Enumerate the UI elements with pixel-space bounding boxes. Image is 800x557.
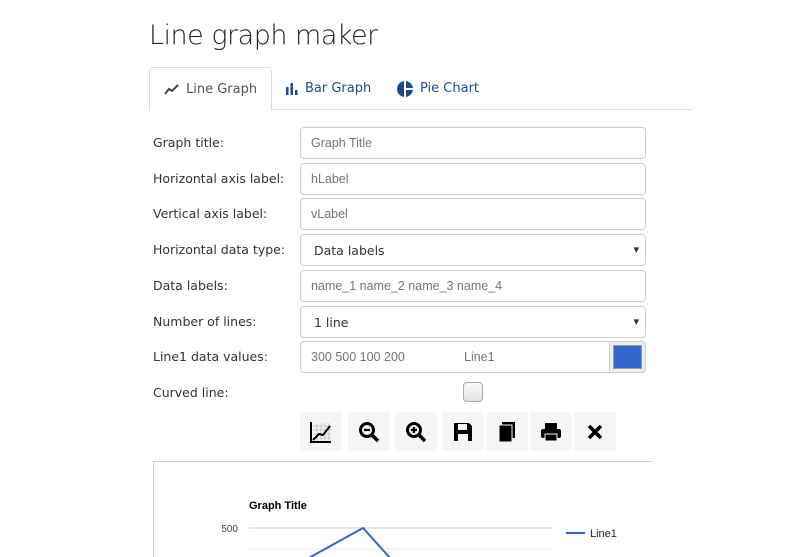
line1-row: Line1 data values:	[153, 341, 646, 373]
print-icon	[541, 422, 561, 441]
field-label: Horizontal data type:	[153, 242, 286, 257]
graph-title-row: Graph title:	[153, 127, 646, 159]
line1-color-picker[interactable]	[609, 341, 646, 373]
tab-pie-chart[interactable]: Pie Chart	[382, 67, 493, 110]
line-chart-icon	[164, 84, 179, 95]
v-label-row: Vertical axis label:	[153, 198, 646, 230]
graph-title-input[interactable]	[300, 127, 646, 159]
pie-chart-icon	[397, 79, 414, 98]
tab-bar-graph[interactable]: Bar Graph	[271, 67, 385, 110]
save-button[interactable]	[442, 412, 484, 451]
zoom-out-icon	[359, 421, 380, 442]
bar-chart-icon	[286, 83, 298, 95]
chart-container: Graph Title 500 Line1	[153, 461, 653, 557]
field-label: Vertical axis label:	[153, 206, 268, 221]
graph-icon	[310, 421, 331, 443]
series-line-segment	[309, 527, 364, 557]
field-label: Curved line:	[153, 385, 229, 400]
clear-button[interactable]	[574, 412, 616, 451]
zoom-in-icon	[406, 421, 427, 442]
print-button[interactable]	[530, 412, 572, 451]
copy-icon	[498, 421, 515, 442]
v-label-input[interactable]	[300, 198, 646, 230]
graph-button[interactable]	[300, 412, 342, 451]
page-title: Line graph maker	[149, 20, 378, 51]
line-chart: Graph Title 500 Line1	[221, 500, 617, 557]
y-tick-label: 500	[221, 524, 238, 535]
tab-label: Pie Chart	[420, 81, 480, 96]
curved-line-checkbox[interactable]	[463, 382, 483, 402]
zoom-in-button[interactable]	[395, 412, 437, 451]
save-icon	[454, 422, 472, 441]
data-labels-row: Data labels:	[153, 270, 646, 302]
num-lines-select[interactable]: 1 line	[300, 306, 646, 338]
chart-title: Graph Title	[249, 500, 307, 512]
tab-bar: Line Graph Bar Graph Pie Chart	[149, 67, 693, 111]
line1-name-input[interactable]	[454, 341, 610, 373]
num-lines-row: Number of lines: 1 line	[153, 306, 646, 338]
close-icon	[587, 424, 603, 439]
field-label: Graph title:	[153, 135, 224, 150]
h-label-row: Horizontal axis label:	[153, 163, 646, 195]
line1-values-input[interactable]	[300, 341, 455, 373]
h-label-input[interactable]	[300, 163, 646, 195]
series-line-segment	[362, 527, 391, 557]
h-type-row: Horizontal data type: Data labels	[153, 234, 646, 266]
field-label: Line1 data values:	[153, 349, 268, 364]
legend-label: Line1	[590, 528, 617, 540]
curved-row: Curved line:	[153, 377, 646, 409]
tab-label: Line Graph	[186, 81, 258, 97]
field-label: Number of lines:	[153, 314, 257, 329]
field-label: Horizontal axis label:	[153, 171, 285, 186]
zoom-out-button[interactable]	[348, 412, 390, 451]
h-type-select[interactable]: Data labels	[300, 234, 646, 266]
tab-line-graph[interactable]: Line Graph	[149, 67, 273, 111]
field-label: Data labels:	[153, 278, 228, 293]
data-labels-input[interactable]	[300, 270, 646, 302]
tab-label: Bar Graph	[305, 81, 372, 96]
copy-button[interactable]	[486, 412, 528, 451]
